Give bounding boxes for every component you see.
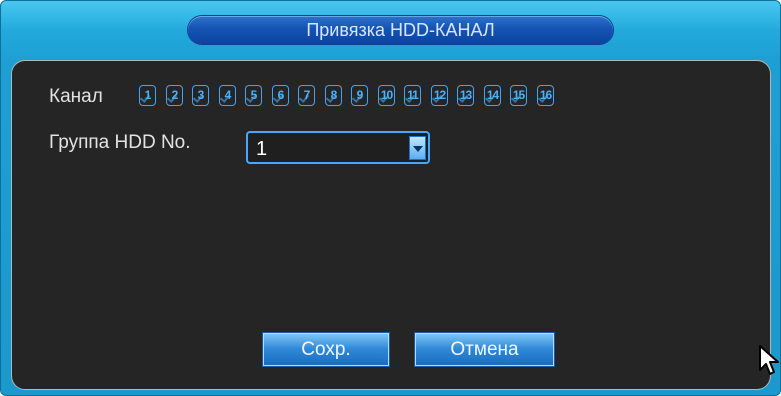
channel-checkbox[interactable]: 5 — [245, 85, 262, 106]
chevron-down-icon[interactable] — [409, 136, 426, 160]
channel-checkbox[interactable]: 3 — [192, 85, 209, 106]
hdd-group-select[interactable]: 1 — [246, 131, 430, 164]
hdd-group-value: 1 — [256, 138, 268, 160]
dialog-window: Привязка HDD-КАНАЛ Канал 1 2 3 4 5 6 7 8… — [0, 0, 781, 396]
channel-checkbox[interactable]: 14 — [484, 85, 501, 106]
channel-checkbox[interactable]: 11 — [404, 85, 421, 106]
channel-checkbox[interactable]: 12 — [431, 85, 448, 106]
channel-checkbox[interactable]: 6 — [272, 85, 289, 106]
channel-checkbox[interactable]: 9 — [351, 85, 368, 106]
channel-checkbox[interactable]: 10 — [378, 85, 395, 106]
channel-label: Канал — [49, 86, 103, 107]
channel-checkbox[interactable]: 8 — [325, 85, 342, 106]
channel-checkbox[interactable]: 4 — [219, 85, 236, 106]
channel-checkbox[interactable]: 2 — [166, 85, 183, 106]
channel-checkbox[interactable]: 16 — [537, 85, 554, 106]
save-button[interactable]: Сохр. — [263, 333, 389, 366]
cancel-button[interactable]: Отмена — [415, 333, 554, 366]
channel-checkbox[interactable]: 13 — [457, 85, 474, 106]
channel-checkbox[interactable]: 7 — [298, 85, 315, 106]
hdd-group-label: Группа HDD No. — [49, 132, 191, 153]
channel-checkbox[interactable]: 1 — [139, 85, 156, 106]
dialog-title: Привязка HDD-КАНАЛ — [306, 20, 495, 40]
title-bar: Привязка HDD-КАНАЛ — [188, 16, 613, 44]
content-panel — [11, 60, 771, 390]
channel-checkbox[interactable]: 15 — [510, 85, 527, 106]
mouse-pointer-icon — [759, 345, 779, 375]
